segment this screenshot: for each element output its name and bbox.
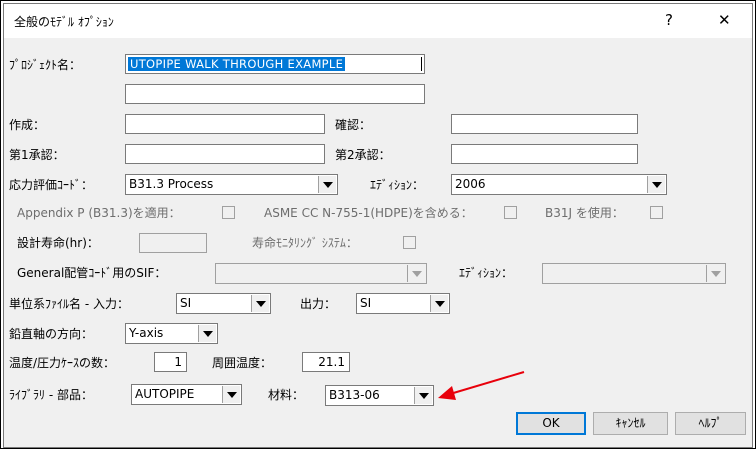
vertical-axis-dropdown-button[interactable] xyxy=(198,325,216,342)
chevron-down-icon xyxy=(256,301,266,307)
edition-select[interactable]: 2006 xyxy=(451,174,667,195)
code-dropdown-button[interactable] xyxy=(318,176,336,193)
library-select[interactable]: AUTOPIPE xyxy=(131,384,242,405)
appendix-p-checkbox[interactable] xyxy=(222,206,235,219)
material-label: 材料： xyxy=(268,388,305,402)
window-frame: 全般のﾓﾃﾞﾙ ｵﾌﾟｼｮﾝ ? ✕ ﾌﾟﾛｼﾞｪｸﾄ名： UTOPIPE WA… xyxy=(0,0,756,449)
code-select[interactable]: B31.3 Process xyxy=(125,174,338,195)
library-value: AUTOPIPE xyxy=(135,387,195,401)
dialog-title: 全般のﾓﾃﾞﾙ ｵﾌﾟｼｮﾝ xyxy=(14,15,114,29)
units-output-label: 出力： xyxy=(300,297,337,311)
text-caret xyxy=(421,57,422,71)
appendix-p-label: Appendix P (B31.3)を適用： xyxy=(17,206,181,220)
code-label: 応力評価ｺｰﾄﾞ： xyxy=(9,178,94,192)
units-input-dropdown-button[interactable] xyxy=(251,295,269,312)
close-icon[interactable]: ✕ xyxy=(718,10,731,30)
author-input[interactable] xyxy=(125,114,325,134)
units-output-select[interactable]: SI xyxy=(356,293,450,314)
asme-cc-label: ASME CC N-755-1(HDPE)を含める： xyxy=(264,206,473,220)
project-name-line2-input[interactable] xyxy=(125,84,425,104)
sif-select[interactable] xyxy=(215,263,427,284)
ambient-temp-input[interactable]: 21.1 xyxy=(302,352,350,372)
ambient-temp-label: 周囲温度： xyxy=(212,356,273,370)
sif-edition-dropdown-button[interactable] xyxy=(706,265,724,282)
asme-cc-checkbox[interactable] xyxy=(504,206,517,219)
code-value: B31.3 Process xyxy=(129,177,214,191)
cancel-button[interactable]: ｷｬﾝｾﾙ xyxy=(593,412,668,435)
help-icon[interactable]: ? xyxy=(665,10,673,30)
check-input[interactable] xyxy=(451,114,638,134)
design-life-input[interactable] xyxy=(139,233,207,253)
chevron-down-icon xyxy=(419,393,429,399)
units-output-dropdown-button[interactable] xyxy=(430,295,448,312)
project-name-selected-text: UTOPIPE WALK THROUGH EXAMPLE xyxy=(128,57,346,71)
material-value: B313-06 xyxy=(329,388,380,402)
library-label: ﾗｲﾌﾞﾗﾘ - 部品： xyxy=(9,388,93,402)
chevron-down-icon xyxy=(412,271,422,277)
chevron-down-icon xyxy=(227,392,237,398)
material-select[interactable]: B313-06 xyxy=(325,385,434,406)
sif-dropdown-button[interactable] xyxy=(407,265,425,282)
vertical-axis-label: 鉛直軸の方向： xyxy=(9,327,94,341)
chevron-down-icon xyxy=(203,331,213,337)
chevron-down-icon xyxy=(435,301,445,307)
b31j-label: B31J を使用： xyxy=(545,206,624,220)
project-name-input[interactable]: UTOPIPE WALK THROUGH EXAMPLE xyxy=(125,54,425,74)
annotation-arrow-icon xyxy=(438,371,525,400)
help-button[interactable]: ﾍﾙﾌﾟ xyxy=(675,412,746,435)
edition-dropdown-button[interactable] xyxy=(647,176,665,193)
vertical-axis-value: Y-axis xyxy=(129,326,164,340)
sif-label: General配管ｺｰﾄﾞ用のSIF： xyxy=(17,266,167,280)
approve1-input[interactable] xyxy=(125,144,325,164)
sif-edition-select[interactable] xyxy=(542,263,726,284)
cases-input[interactable]: 1 xyxy=(154,352,187,372)
cases-label: 温度/圧力ｹｰｽの数： xyxy=(9,356,116,370)
sif-edition-label: ｴﾃﾞｨｼｮﾝ： xyxy=(459,266,514,280)
library-dropdown-button[interactable] xyxy=(222,386,240,403)
units-input-value: SI xyxy=(180,296,192,310)
units-input-select[interactable]: SI xyxy=(176,293,271,314)
units-output-value: SI xyxy=(360,296,372,310)
check-label: 確認： xyxy=(335,118,372,132)
chevron-down-icon xyxy=(323,182,333,188)
title-bar: 全般のﾓﾃﾞﾙ ｵﾌﾟｼｮﾝ ? ✕ xyxy=(4,4,752,38)
approve1-label: 第1承認： xyxy=(9,148,65,162)
life-monitoring-label: 寿命ﾓﾆﾀﾘﾝｸﾞ ｼｽﾃﾑ： xyxy=(252,236,358,250)
design-life-label: 設計寿命(hr)： xyxy=(17,236,99,250)
material-dropdown-button[interactable] xyxy=(414,387,432,404)
vertical-axis-select[interactable]: Y-axis xyxy=(125,323,218,344)
approve2-input[interactable] xyxy=(451,144,638,164)
life-monitoring-checkbox[interactable] xyxy=(403,236,416,249)
ok-button[interactable]: OK xyxy=(516,412,586,435)
general-model-options-dialog: 全般のﾓﾃﾞﾙ ｵﾌﾟｼｮﾝ ? ✕ ﾌﾟﾛｼﾞｪｸﾄ名： UTOPIPE WA… xyxy=(3,3,753,448)
edition-label: ｴﾃﾞｨｼｮﾝ： xyxy=(370,178,425,192)
approve2-label: 第2承認： xyxy=(335,148,391,162)
units-input-label: 単位系ﾌｧｲﾙ名 - 入力： xyxy=(9,297,129,311)
chevron-down-icon xyxy=(711,271,721,277)
edition-value: 2006 xyxy=(455,177,486,191)
b31j-checkbox[interactable] xyxy=(650,206,663,219)
author-label: 作成： xyxy=(9,118,46,132)
project-name-label: ﾌﾟﾛｼﾞｪｸﾄ名： xyxy=(9,58,82,72)
chevron-down-icon xyxy=(652,182,662,188)
